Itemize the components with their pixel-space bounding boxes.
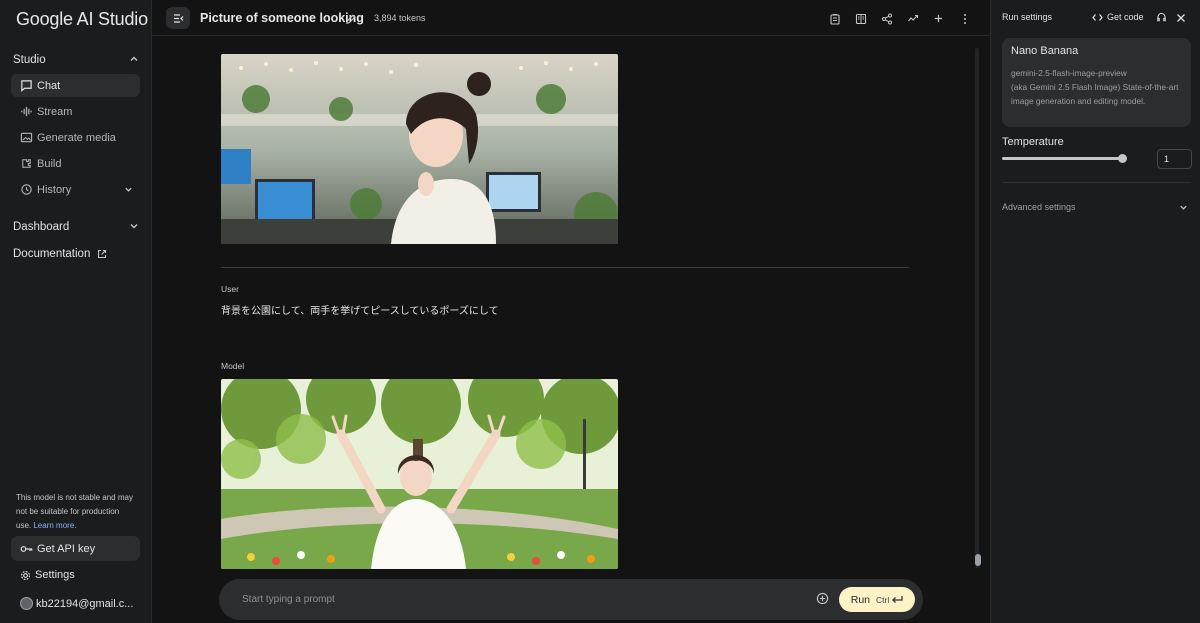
enter-key-icon (892, 596, 903, 603)
account-email: kb22194@gmail.c... (36, 597, 134, 610)
temperature-slider-track[interactable] (1002, 157, 1123, 160)
top-actions (827, 11, 972, 26)
compare-icon[interactable] (853, 11, 868, 26)
get-api-key-button[interactable]: Get API key (11, 536, 140, 561)
model-stability-warning: This model is not stable and may not be … (16, 491, 134, 533)
run-label: Run (850, 593, 871, 606)
studio-section-label: Studio (13, 54, 46, 66)
sidebar-item-chat[interactable]: Chat (11, 74, 140, 97)
model-role-label: Model (221, 361, 245, 371)
message-divider (221, 267, 909, 268)
run-button[interactable]: Run Ctrl (839, 587, 915, 612)
model-description: gemini-2.5-flash-image-preview (aka Gemi… (1011, 66, 1182, 108)
chat-image-office[interactable] (221, 54, 618, 244)
advanced-settings-label: Advanced settings (1002, 202, 1076, 212)
key-icon (20, 544, 33, 554)
model-details: (aka Gemini 2.5 Flash Image) State-of-th… (1011, 82, 1179, 106)
clipboard-icon[interactable] (827, 11, 842, 26)
settings-button[interactable]: Settings (20, 569, 75, 581)
plus-icon[interactable] (931, 11, 946, 26)
run-shortcut-label: Ctrl (876, 594, 890, 605)
documentation-label: Documentation (13, 248, 91, 260)
share-icon[interactable] (879, 11, 894, 26)
more-vert-icon[interactable] (957, 11, 972, 26)
build-icon (19, 157, 33, 171)
sidebar-item-label: Stream (37, 105, 73, 118)
sidebar-item-build[interactable]: Build (11, 152, 140, 175)
chat-area: User 背景を公園にして、両手を挙げてピースしているポーズにして Model (152, 36, 990, 623)
waveform-icon (19, 105, 33, 119)
chat-scrollbar-thumb[interactable] (975, 554, 981, 566)
run-shortcut: Ctrl (876, 595, 903, 605)
advanced-settings-toggle[interactable]: Advanced settings (1002, 202, 1188, 212)
temperature-input[interactable]: 1 (1157, 149, 1192, 169)
external-link-icon (97, 249, 107, 259)
documentation-link[interactable]: Documentation (13, 248, 107, 260)
dashboard-section-label: Dashboard (13, 221, 70, 233)
gear-icon (20, 570, 31, 581)
code-icon (1092, 13, 1103, 22)
user-message-text: 背景を公園にして、両手を挙げてピースしているポーズにして (221, 306, 499, 317)
user-role-label: User (221, 284, 239, 294)
chat-image-park[interactable] (221, 379, 618, 569)
model-name: Nano Banana (1011, 45, 1079, 57)
edit-icon[interactable] (345, 12, 356, 30)
get-code-button[interactable]: Get code (1092, 12, 1144, 22)
chevron-down-icon (124, 185, 133, 194)
temperature-slider-handle[interactable] (1118, 154, 1127, 163)
dashboard-section-header[interactable]: Dashboard (13, 217, 139, 237)
avatar (20, 597, 33, 610)
sidebar-item-history[interactable]: History (11, 178, 140, 201)
model-id: gemini-2.5-flash-image-preview (1011, 68, 1127, 78)
account-button[interactable]: kb22194@gmail.c... (20, 597, 133, 610)
add-attachment-icon[interactable] (816, 592, 829, 610)
top-bar: Picture of someone looking 3,894 tokens (152, 0, 990, 36)
sidebar-item-label: Build (37, 157, 62, 170)
chevron-down-icon (129, 221, 139, 234)
learn-more-link[interactable]: Learn more. (33, 521, 76, 530)
chevron-down-icon (1179, 203, 1188, 212)
sidebar-item-generate-media[interactable]: Generate media (11, 126, 140, 149)
prompt-bar: Start typing a prompt Run Ctrl (219, 579, 923, 620)
settings-divider (1002, 182, 1191, 183)
left-sidebar: Google AI Studio Studio Chat Stream Gene… (0, 0, 152, 623)
model-selector[interactable]: Nano Banana gemini-2.5-flash-image-previ… (1002, 38, 1191, 127)
close-icon[interactable] (1174, 11, 1187, 24)
settings-label: Settings (35, 569, 75, 581)
sidebar-item-stream[interactable]: Stream (11, 100, 140, 123)
studio-section-header[interactable]: Studio (13, 50, 139, 70)
sidebar-item-label: History (37, 183, 72, 196)
history-icon (19, 183, 33, 197)
media-icon (19, 131, 33, 145)
chat-icon (19, 79, 33, 93)
token-count: 3,894 tokens (374, 13, 426, 23)
chevron-up-icon (129, 54, 139, 67)
temperature-label: Temperature (1002, 136, 1064, 148)
compare-mode-icon[interactable] (905, 11, 920, 26)
app-logo[interactable]: Google AI Studio (16, 9, 148, 30)
page-title[interactable]: Picture of someone looking (200, 11, 364, 25)
get-api-key-label: Get API key (37, 542, 96, 555)
sidebar-item-label: Generate media (37, 131, 116, 144)
run-settings-title: Run settings (1002, 12, 1053, 22)
menu-collapse-icon (173, 13, 184, 23)
chat-scrollbar-track[interactable] (975, 48, 979, 568)
feedback-icon[interactable] (1155, 11, 1168, 24)
run-settings-panel: Run settings Get code Nano Banana gemini… (990, 0, 1200, 623)
prompt-input[interactable]: Start typing a prompt (242, 594, 335, 605)
toggle-sidebar-button[interactable] (166, 7, 190, 29)
get-code-label: Get code (1107, 12, 1144, 22)
sidebar-item-label: Chat (37, 79, 61, 92)
